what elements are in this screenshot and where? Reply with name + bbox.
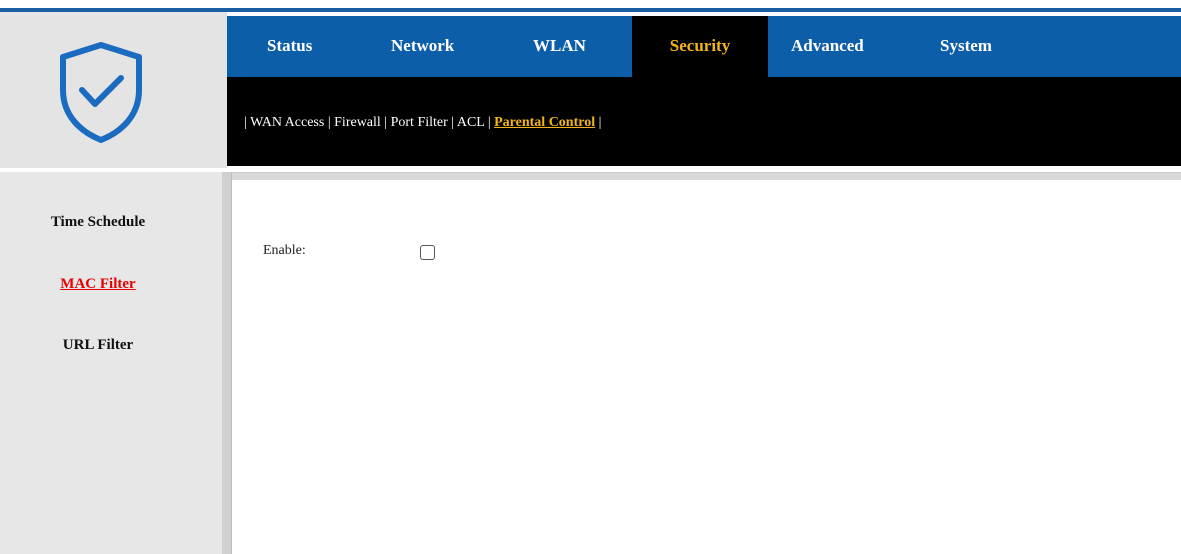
enable-checkbox[interactable] [420, 245, 435, 260]
sub-nav-firewall[interactable]: Firewall [334, 115, 381, 130]
sub-nav-separator: | [244, 115, 247, 130]
sub-nav-wan-access[interactable]: WAN Access [250, 115, 324, 130]
sub-nav-separator: | [487, 115, 491, 130]
router-admin-page: Status Network WLAN Security Advanced Sy… [0, 0, 1181, 554]
left-sidebar: Time Schedule MAC Filter URL Filter [0, 172, 222, 554]
sub-nav-separator: | [384, 115, 388, 130]
content-frame-left-border [222, 172, 232, 554]
sub-nav-separator: | [598, 115, 602, 130]
enable-label: Enable: [263, 243, 306, 258]
tab-advanced[interactable]: Advanced [791, 16, 864, 77]
sub-nav-separator: | [451, 115, 455, 130]
sidebar-item-url-filter[interactable]: URL Filter [0, 337, 196, 354]
sub-nav-parental-control[interactable]: Parental Control [494, 115, 595, 130]
tab-network[interactable]: Network [391, 16, 454, 77]
main-nav-bar: Status Network WLAN Security Advanced Sy… [227, 16, 1181, 77]
sidebar-item-mac-filter[interactable]: MAC Filter [0, 276, 196, 293]
logo-panel [0, 12, 227, 168]
shield-check-icon [60, 42, 142, 143]
tab-security[interactable]: Security [632, 16, 768, 77]
security-sub-nav: | WAN Access | Firewall | Port Filter | … [244, 115, 601, 131]
sub-nav-acl[interactable]: ACL [457, 115, 484, 130]
tab-system[interactable]: System [940, 16, 992, 77]
tab-status[interactable]: Status [267, 16, 312, 77]
content-area [232, 180, 1181, 554]
sidebar-item-time-schedule[interactable]: Time Schedule [0, 214, 196, 231]
sub-nav-separator: | [327, 115, 331, 130]
tab-wlan[interactable]: WLAN [533, 16, 586, 77]
content-frame-top-border [222, 172, 1181, 180]
sub-nav-port-filter[interactable]: Port Filter [391, 115, 448, 130]
